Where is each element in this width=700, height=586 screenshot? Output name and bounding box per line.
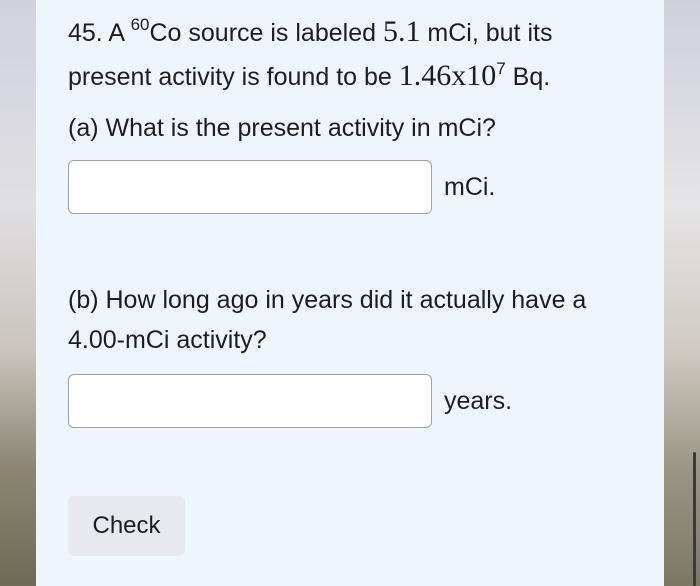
isotope-symbol: Co: [149, 19, 182, 47]
question-text-1: source is labeled: [181, 19, 383, 47]
part-b-prompt: (b) How long ago in years did it actuall…: [68, 286, 587, 354]
question-prefix: 45. A: [68, 19, 131, 47]
check-button-label: Check: [92, 512, 161, 539]
scrollbar-thumb[interactable]: [693, 452, 696, 586]
question-text: 45. A 60Co source is labeled 5.1 mCi, bu…: [68, 12, 638, 100]
part-a-answer-input[interactable]: [68, 160, 432, 214]
activity-value: 1.46x10: [398, 59, 497, 92]
background-right-edge: [664, 0, 700, 586]
part-a-unit: mCi.: [444, 173, 496, 201]
activity-exponent: 7: [496, 59, 506, 78]
isotope-mass-number: 60: [130, 15, 150, 34]
part-b-answer-input[interactable]: [68, 374, 432, 428]
question-card: 45. A 60Co source is labeled 5.1 mCi, bu…: [36, 0, 664, 586]
question-text-3: Bq.: [505, 63, 551, 91]
part-b-unit: years.: [444, 387, 513, 415]
check-button[interactable]: Check: [68, 496, 185, 556]
label-value: 5.1: [382, 15, 421, 48]
background-left-edge: [0, 0, 36, 586]
part-a-prompt: (a) What is the present activity in mCi?: [68, 114, 496, 142]
